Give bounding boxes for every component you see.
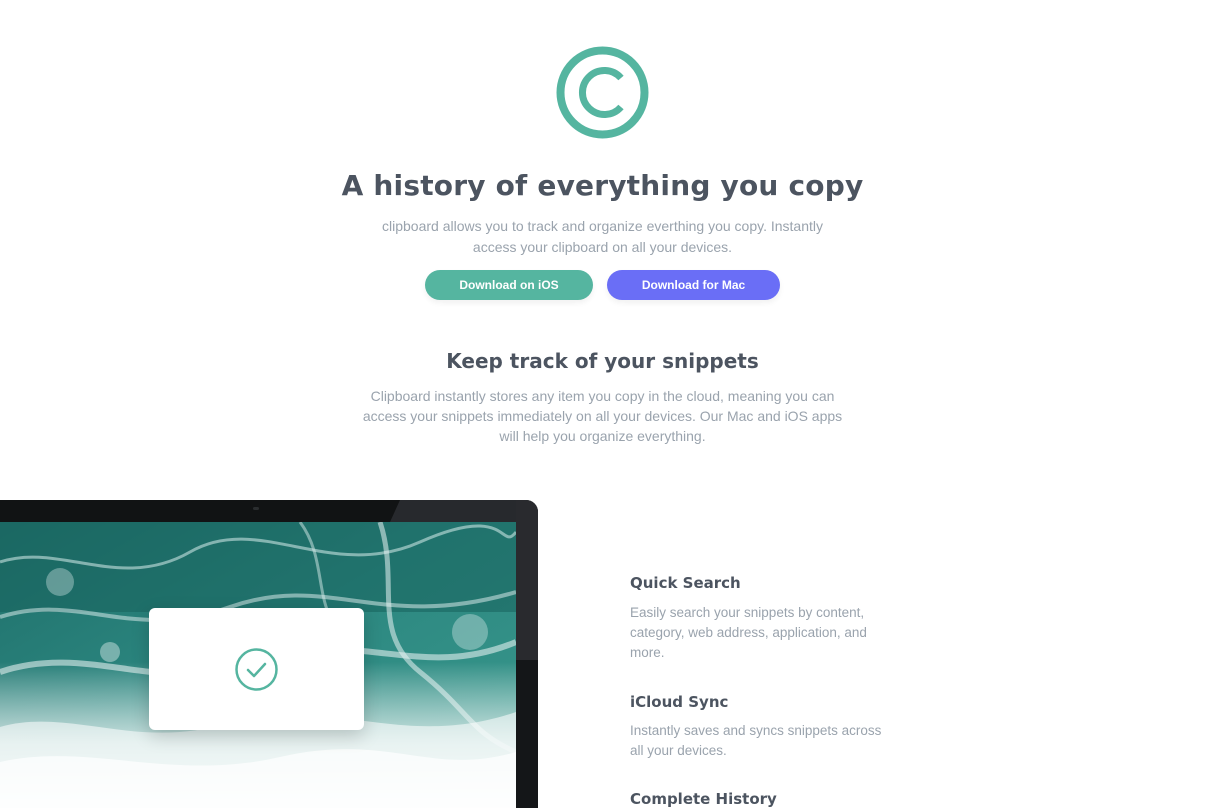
snippets-section-title: Keep track of your snippets bbox=[446, 349, 759, 373]
feature-description-quick-search: Easily search your snippets by content, … bbox=[630, 605, 867, 660]
hero-description: clipboard allows you to track and organi… bbox=[382, 218, 823, 255]
download-mac-button[interactable]: Download for Mac bbox=[607, 270, 780, 300]
download-ios-button[interactable]: Download on iOS bbox=[425, 270, 593, 300]
copyright-logo-icon bbox=[556, 46, 649, 139]
feature-title-icloud-sync: iCloud Sync bbox=[630, 693, 729, 711]
snippets-section-description: Clipboard instantly stores any item you … bbox=[362, 388, 843, 444]
checkmark-circle-icon bbox=[235, 648, 278, 691]
landing-page: A history of everything you copy clipboa… bbox=[0, 0, 1205, 808]
feature-title-complete-history: Complete History bbox=[630, 790, 777, 808]
feature-title-quick-search: Quick Search bbox=[630, 574, 741, 592]
hero-title: A history of everything you copy bbox=[341, 169, 864, 202]
feature-description-icloud-sync: Instantly saves and syncs snippets acros… bbox=[630, 723, 882, 758]
laptop-camera bbox=[253, 507, 259, 510]
